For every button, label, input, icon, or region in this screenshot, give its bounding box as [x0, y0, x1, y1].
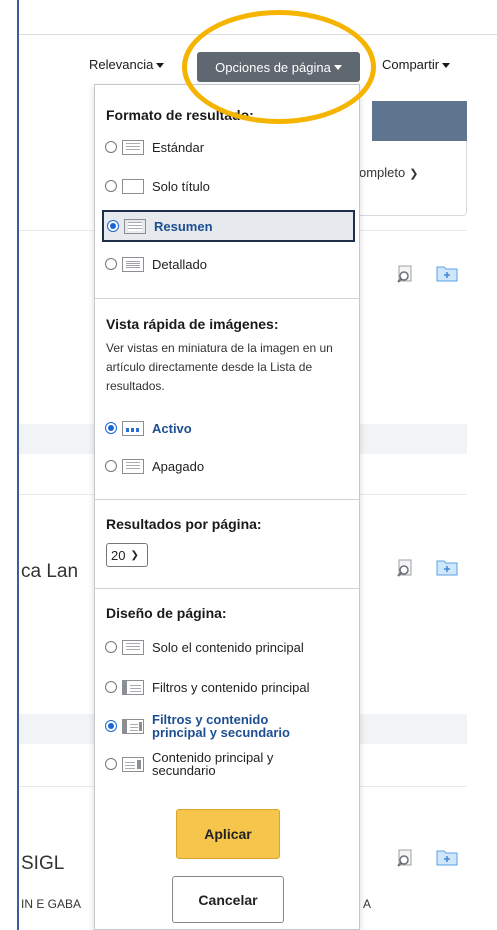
- radio-button[interactable]: [105, 460, 117, 472]
- format-option-label: Solo título: [152, 178, 210, 194]
- chevron-down-icon: ❯: [409, 168, 419, 180]
- results-header-bar: [372, 101, 467, 141]
- page-left-border: [17, 0, 19, 930]
- layout-option-main-only[interactable]: Solo el contenido principal: [105, 635, 353, 659]
- image-view-option-label: Apagado: [152, 458, 205, 474]
- radio-button[interactable]: [105, 258, 117, 270]
- layout-option-filters-main[interactable]: Filtros y contenido principal: [105, 675, 353, 699]
- radio-button-selected[interactable]: [107, 220, 119, 232]
- result-title[interactable]: ca Lan: [21, 561, 78, 583]
- section-divider: [95, 298, 359, 299]
- format-option-label: Estándar: [152, 139, 205, 155]
- layout-option-main-secondary[interactable]: Contenido principal y secundario: [105, 749, 353, 779]
- radio-button-selected[interactable]: [105, 720, 117, 732]
- chevron-down-icon: [442, 63, 451, 69]
- results-per-page-title: Resultados por página:: [106, 516, 262, 532]
- radio-button[interactable]: [105, 681, 117, 693]
- format-option-summary[interactable]: Resumen: [102, 210, 355, 242]
- radio-button-selected[interactable]: [105, 422, 117, 434]
- add-to-folder-icon[interactable]: [436, 558, 458, 576]
- layout-option-label: Contenido principal y secundario: [152, 750, 274, 778]
- format-option-title-only[interactable]: Solo título: [105, 174, 353, 198]
- results-per-page-select[interactable]: 20 ❯: [106, 543, 148, 567]
- layout-option-filters-main-secondary[interactable]: Filtros y contenido principal y secundar…: [105, 711, 353, 741]
- main-secondary-layout-icon: [122, 756, 144, 772]
- radio-button[interactable]: [105, 758, 117, 770]
- result-title[interactable]: SIGL: [21, 853, 64, 875]
- thumbnails-icon: [122, 420, 144, 436]
- cancel-button[interactable]: Cancelar: [172, 876, 284, 923]
- preview-magnifier-icon[interactable]: [396, 265, 414, 283]
- image-quick-view-title: Vista rápida de imágenes:: [106, 316, 279, 332]
- page-options-panel: Formato de resultado: Estándar Solo títu…: [94, 84, 360, 930]
- image-view-option-off[interactable]: Apagado: [105, 454, 353, 478]
- image-quick-view-description: Ver vistas en miniatura de la imagen en …: [106, 341, 333, 393]
- section-divider: [95, 499, 359, 500]
- relevance-sort-dropdown[interactable]: Relevancia: [89, 57, 165, 72]
- page-options-dropdown[interactable]: Opciones de página: [197, 52, 360, 82]
- format-option-label: Detallado: [152, 256, 207, 272]
- view-mode-label: ompleto: [359, 165, 406, 180]
- radio-button[interactable]: [105, 180, 117, 192]
- image-view-option-on[interactable]: Activo: [105, 416, 353, 440]
- results-per-page-value: 20: [111, 547, 126, 563]
- layout-option-label: Filtros y contenido principal: [152, 679, 310, 695]
- add-to-folder-icon[interactable]: [436, 848, 458, 866]
- share-label: Compartir: [382, 57, 440, 72]
- radio-button[interactable]: [105, 641, 117, 653]
- layout-option-label: Filtros y contenido principal y secundar…: [152, 712, 290, 740]
- chevron-down-icon: ❯: [130, 549, 139, 561]
- preview-magnifier-icon[interactable]: [396, 849, 414, 867]
- preview-magnifier-icon[interactable]: [396, 559, 414, 577]
- add-to-folder-icon[interactable]: [436, 264, 458, 282]
- radio-button[interactable]: [105, 141, 117, 153]
- apply-button[interactable]: Aplicar: [176, 809, 280, 859]
- format-option-standard[interactable]: Estándar: [105, 135, 353, 159]
- page-options-label: Opciones de página: [215, 59, 331, 75]
- filters-main-layout-icon: [122, 679, 144, 695]
- title-only-layout-icon: [122, 178, 144, 194]
- summary-layout-icon: [124, 218, 146, 234]
- result-author: IN E GABA: [21, 897, 82, 911]
- layout-option-label: Solo el contenido principal: [152, 639, 304, 655]
- page-layout-title: Diseño de página:: [106, 605, 227, 621]
- view-mode-dropdown[interactable]: ompleto ❯: [359, 165, 418, 180]
- three-column-layout-icon: [122, 718, 144, 734]
- chevron-down-icon: [333, 64, 342, 70]
- image-view-option-label: Activo: [152, 420, 192, 436]
- detailed-layout-icon: [122, 256, 144, 272]
- standard-layout-icon: [122, 139, 144, 155]
- format-option-detailed[interactable]: Detallado: [105, 252, 353, 276]
- result-author: A: [363, 897, 372, 911]
- result-format-title: Formato de resultado:: [106, 107, 254, 123]
- no-thumbnails-icon: [122, 458, 144, 474]
- toolbar-divider: [19, 34, 497, 35]
- chevron-down-icon: [156, 63, 165, 69]
- section-divider: [95, 588, 359, 589]
- main-only-layout-icon: [122, 639, 144, 655]
- format-option-label: Resumen: [154, 218, 213, 234]
- relevance-label: Relevancia: [89, 57, 154, 72]
- share-dropdown[interactable]: Compartir: [382, 57, 451, 72]
